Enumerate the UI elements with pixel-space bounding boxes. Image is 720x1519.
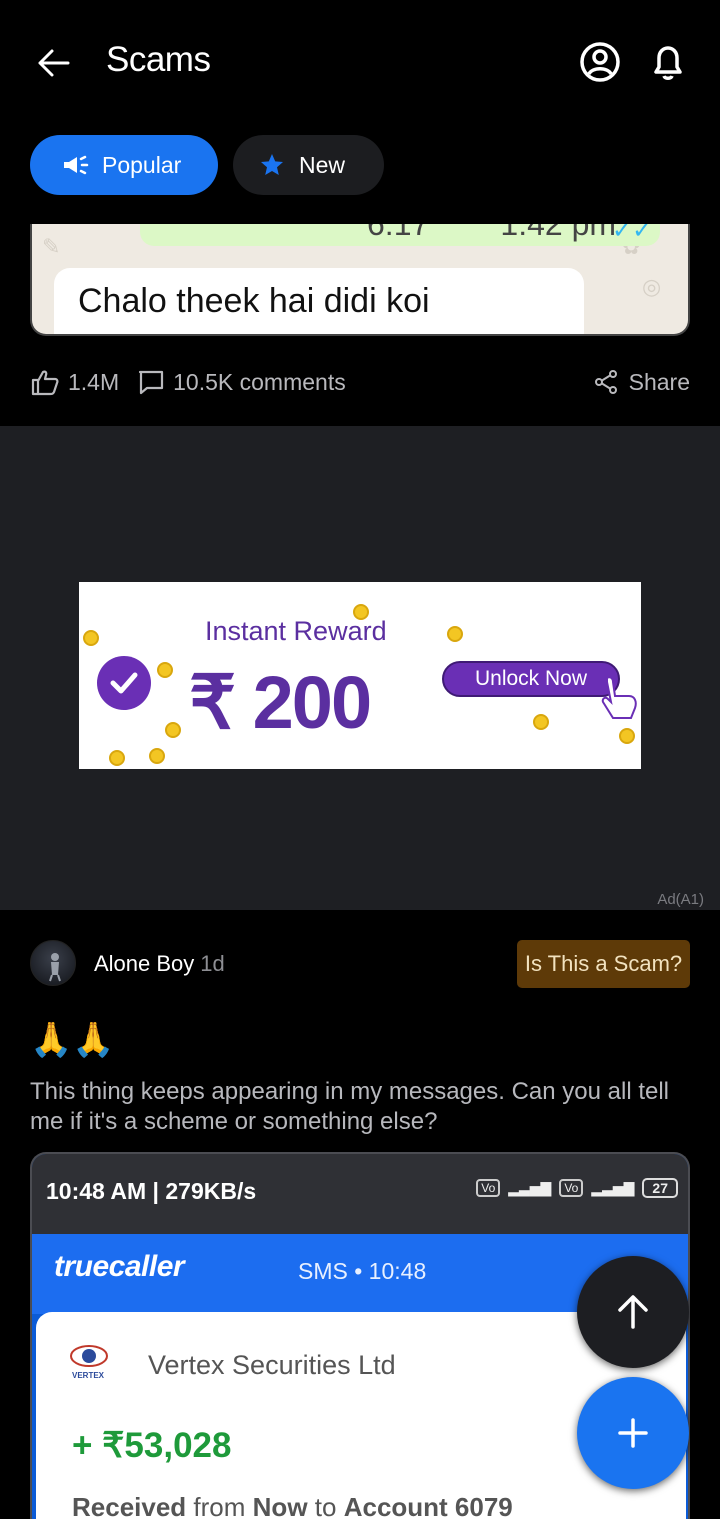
volte-icon: Vo (559, 1179, 584, 1197)
add-post-button[interactable] (577, 1377, 689, 1489)
coin-decoration (157, 662, 173, 678)
arrow-left-icon (38, 49, 70, 77)
filter-popular-label: Popular (102, 151, 182, 178)
thumbs-up-icon (31, 370, 59, 396)
ad-unlock-button[interactable]: Unlock Now (442, 661, 620, 697)
post-time: 1d (200, 951, 225, 976)
star-icon (257, 150, 287, 180)
scam-tag-badge[interactable]: Is This a Scam? (517, 940, 690, 988)
hand-pointer-icon (601, 676, 637, 719)
signal-icon: ▂▃▅▇ (508, 1179, 552, 1196)
ad-amount: ₹ 200 (189, 661, 372, 744)
double-check-icon: ✓✓ (612, 224, 653, 244)
doodle-decoration: ◎ (642, 274, 662, 299)
notifications-button[interactable] (646, 40, 690, 84)
credit-amount: + ₹53,028 (72, 1426, 232, 1465)
ad-title: Instant Reward (205, 616, 387, 646)
ad-container: Instant Reward ₹ 200 Unlock Now Ad(A1) (0, 426, 720, 910)
share-button[interactable]: Share (593, 369, 690, 396)
coin-decoration (165, 722, 181, 738)
filter-new-chip[interactable]: New (233, 135, 384, 195)
sms-time-label: SMS • 10:48 (298, 1258, 427, 1284)
coin-decoration (447, 626, 463, 642)
share-label: Share (628, 368, 690, 395)
svg-text:VERTEX: VERTEX (72, 1371, 105, 1380)
screenshot-status-time: 10:48 AM | 279KB/s (46, 1178, 257, 1204)
scroll-to-top-button[interactable] (577, 1256, 689, 1368)
post-author[interactable]: Alone Boy 1d (94, 951, 225, 977)
like-button[interactable]: 1.4M (30, 368, 119, 396)
coin-decoration (619, 728, 635, 744)
comment-icon (139, 370, 164, 395)
coin-decoration (83, 630, 99, 646)
user-circle-icon (580, 42, 620, 82)
check-circle-icon (97, 656, 151, 710)
megaphone-icon (60, 150, 90, 180)
profile-button[interactable] (578, 40, 622, 84)
share-icon (594, 370, 617, 394)
coin-decoration (109, 750, 125, 766)
comment-count: 10.5K comments (173, 368, 346, 395)
filter-popular-chip[interactable]: Popular (30, 135, 218, 195)
previous-post-image[interactable]: ✎ ◎ ✿ 6:17 1:42 pm ✓✓ Chalo theek hai di… (30, 224, 690, 336)
plus-icon (618, 1418, 648, 1448)
post-stats-row: 1.4M 10.5K comments Share (30, 364, 690, 400)
chat-bubble-times: 6:17 1:42 pm (367, 224, 617, 242)
ad-banner[interactable]: Instant Reward ₹ 200 Unlock Now (79, 582, 641, 769)
post-body: This thing keeps appearing in my message… (30, 1078, 669, 1135)
back-button[interactable] (30, 40, 76, 86)
bell-icon (654, 46, 682, 80)
credit-description: Received from Now to Account 6079 (72, 1492, 513, 1519)
coin-decoration (533, 714, 549, 730)
vertex-logo-icon: VERTEX (66, 1342, 112, 1382)
post-emoji: 🙏🙏 (30, 1021, 115, 1059)
coin-decoration (149, 748, 165, 764)
top-app-bar: Scams (0, 0, 720, 120)
sms-sender: Vertex Securities Ltd (148, 1350, 396, 1380)
doodle-decoration: ✎ (42, 234, 61, 259)
volte-icon: Vo (476, 1179, 501, 1197)
truecaller-logo: truecaller (54, 1250, 185, 1283)
avatar[interactable] (30, 940, 76, 986)
screenshot-status-icons: Vo ▂▃▅▇ Vo ▂▃▅▇ 27 (476, 1178, 678, 1198)
page-title: Scams (106, 40, 211, 79)
battery-icon: 27 (642, 1178, 678, 1198)
chat-message-text: Chalo theek hai didi koi (78, 282, 430, 320)
arrow-up-icon (618, 1295, 648, 1329)
like-count: 1.4M (68, 368, 120, 395)
ad-label: Ad(A1) (657, 891, 704, 908)
comments-button[interactable]: 10.5K comments (137, 369, 346, 396)
signal-icon: ▂▃▅▇ (591, 1179, 635, 1196)
filter-new-label: New (299, 151, 346, 178)
